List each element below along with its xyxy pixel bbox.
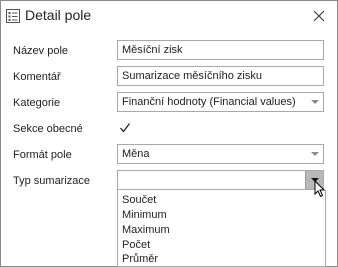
typ-sumarizace-dropdown: Součet Minimum Maximum Počet Průměr xyxy=(117,190,326,267)
format-pole-label: Formát pole xyxy=(13,149,72,161)
format-pole-combo[interactable]: Měna xyxy=(117,144,324,164)
dropdown-option[interactable]: Minimum xyxy=(122,208,167,222)
komentar-input[interactable]: Sumarizace měsíčního zisku xyxy=(117,66,324,86)
typ-sumarizace-label: Typ sumarizace xyxy=(13,175,91,187)
dropdown-option[interactable]: Počet xyxy=(122,238,150,252)
detail-pole-dialog: Detail pole Název pole Měsíční zisk Kome… xyxy=(0,0,338,267)
form-icon xyxy=(6,9,20,23)
format-pole-value: Měna xyxy=(122,148,150,160)
chevron-down-icon[interactable] xyxy=(306,145,323,163)
title-bar: Detail pole xyxy=(1,1,337,31)
chevron-down-icon[interactable] xyxy=(306,93,323,111)
nazev-pole-label: Název pole xyxy=(13,45,69,57)
dropdown-option[interactable]: Maximum xyxy=(122,223,170,237)
dropdown-option[interactable]: Součet xyxy=(122,193,156,207)
sekce-obecne-checkbox[interactable] xyxy=(119,122,131,134)
window-title: Detail pole xyxy=(25,7,92,23)
kategorie-label: Kategorie xyxy=(13,97,61,109)
nazev-pole-input[interactable]: Měsíční zisk xyxy=(117,40,324,60)
mouse-pointer-icon xyxy=(314,180,326,198)
komentar-label: Komentář xyxy=(13,71,61,83)
dropdown-option[interactable]: Průměr xyxy=(122,252,158,266)
kategorie-combo[interactable]: Finanční hodnoty (Financial values) xyxy=(117,92,324,112)
sekce-obecne-label: Sekce obecné xyxy=(13,123,83,135)
close-icon[interactable] xyxy=(309,6,329,26)
typ-sumarizace-combo[interactable] xyxy=(117,170,324,190)
kategorie-value: Finanční hodnoty (Financial values) xyxy=(122,96,296,108)
